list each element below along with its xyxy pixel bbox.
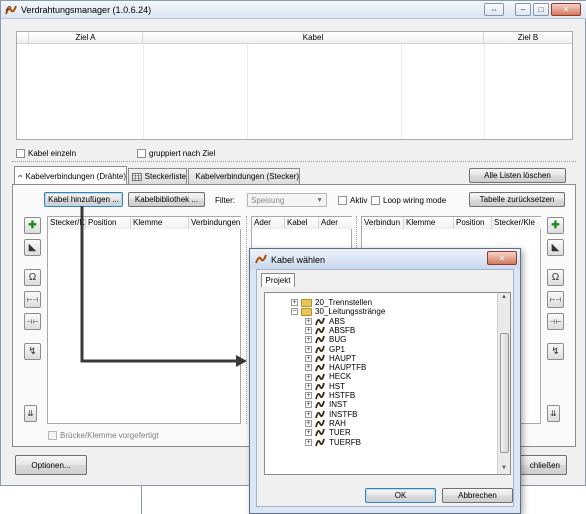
expand-icon: + bbox=[305, 392, 312, 400]
tree-label: HST bbox=[329, 381, 345, 391]
tree-label: RAH bbox=[329, 418, 346, 428]
expand-icon: + bbox=[291, 299, 298, 307]
tree-cable-item[interactable]: + HECK bbox=[305, 372, 351, 381]
cable-icon bbox=[315, 429, 325, 437]
scroll-thumb[interactable] bbox=[500, 333, 509, 453]
tree-folder-row[interactable]: − 30_Leitungsstränge bbox=[291, 307, 385, 316]
expand-icon: + bbox=[305, 354, 312, 362]
cable-icon bbox=[315, 364, 325, 372]
cable-icon bbox=[315, 382, 325, 391]
tree-cable-item[interactable]: + HST bbox=[305, 382, 345, 391]
choose-cable-dialog: Kabel wählen ✕ Projekt + 20_Trennstellen… bbox=[249, 248, 521, 514]
tree-folder-row[interactable]: + 20_Trennstellen bbox=[291, 298, 372, 307]
expand-icon: + bbox=[305, 327, 312, 335]
tree-label: HSTFB bbox=[329, 391, 356, 400]
tree-label: 30_Leitungsstränge bbox=[315, 307, 386, 317]
dialog-close-button[interactable]: ✕ bbox=[487, 251, 517, 265]
tree-cable-item[interactable]: + BUG bbox=[305, 335, 346, 344]
tree-cable-item[interactable]: + TUER bbox=[305, 428, 351, 437]
expand-icon: + bbox=[305, 317, 312, 325]
expand-icon: + bbox=[305, 420, 312, 428]
tree-label: INSTFB bbox=[329, 409, 358, 419]
tree-label: BUG bbox=[329, 335, 347, 345]
tree-cable-item[interactable]: + INSTFB bbox=[305, 410, 357, 419]
cable-icon bbox=[315, 401, 325, 409]
tree-cable-item[interactable]: + ABSFB bbox=[305, 326, 355, 335]
scroll-up-icon: ▲ bbox=[501, 294, 507, 300]
close-icon: ✕ bbox=[498, 253, 506, 263]
cable-icon bbox=[315, 345, 325, 353]
cable-icon bbox=[315, 373, 325, 381]
cable-icon bbox=[315, 326, 325, 335]
tree-label: TUERFB bbox=[329, 437, 361, 447]
tree-label: GP1 bbox=[329, 344, 346, 354]
tree-label: INST bbox=[329, 400, 348, 410]
ok-button[interactable]: OK bbox=[365, 488, 436, 503]
expand-icon: + bbox=[305, 429, 312, 437]
tree-cable-item[interactable]: + GP1 bbox=[305, 345, 345, 354]
expand-icon: + bbox=[305, 364, 312, 372]
tree-cable-item[interactable]: + INST bbox=[305, 400, 347, 409]
cable-icon bbox=[315, 354, 325, 363]
tab-projekt[interactable]: Projekt bbox=[261, 273, 295, 287]
app-icon bbox=[255, 254, 267, 264]
tree-label: TUER bbox=[329, 428, 351, 438]
cancel-button[interactable]: Abbrechen bbox=[442, 488, 513, 503]
expand-icon: + bbox=[305, 410, 312, 418]
cable-icon bbox=[315, 317, 325, 325]
folder-icon bbox=[301, 298, 312, 307]
cable-icon bbox=[315, 410, 325, 418]
expand-icon: + bbox=[305, 345, 312, 353]
tree-label: ABSFB bbox=[329, 325, 356, 335]
expand-icon: + bbox=[305, 373, 312, 381]
expand-icon: + bbox=[305, 336, 312, 344]
cable-icon bbox=[315, 391, 325, 400]
tree-cable-item[interactable]: + HAUPT bbox=[305, 354, 356, 363]
tree-cable-item[interactable]: + ABS bbox=[305, 317, 345, 326]
dialog-title: Kabel wählen bbox=[271, 255, 326, 265]
folder-icon bbox=[301, 307, 312, 316]
tree-label: HAUPTFB bbox=[329, 363, 367, 373]
cable-icon bbox=[315, 336, 325, 344]
dialog-title-bar: Kabel wählen ✕ bbox=[250, 249, 520, 269]
expand-icon: + bbox=[305, 401, 312, 409]
tree-cable-item[interactable]: + RAH bbox=[305, 419, 346, 428]
tree-label: 20_Trennstellen bbox=[315, 298, 373, 307]
dialog-body: Projekt + 20_Trennstellen − 30_Leitungss… bbox=[256, 269, 514, 507]
tree-label: HECK bbox=[329, 372, 352, 382]
cable-tree[interactable]: + 20_Trennstellen − 30_Leitungsstränge +… bbox=[264, 292, 511, 475]
tree-cable-item[interactable]: + TUERFB bbox=[305, 438, 361, 447]
tree-scrollbar[interactable]: ▲ ▼ bbox=[497, 293, 510, 474]
tree-cable-item[interactable]: + HAUPTFB bbox=[305, 363, 366, 372]
collapse-icon: − bbox=[291, 308, 298, 316]
tree-label: HAUPT bbox=[329, 353, 357, 363]
cable-icon bbox=[315, 438, 325, 446]
cable-icon bbox=[315, 419, 325, 428]
scroll-down-icon: ▼ bbox=[501, 465, 507, 471]
tree-cable-item[interactable]: + HSTFB bbox=[305, 391, 355, 400]
expand-icon: + bbox=[305, 438, 312, 446]
tree-label: ABS bbox=[329, 316, 346, 326]
expand-icon: + bbox=[305, 382, 312, 390]
